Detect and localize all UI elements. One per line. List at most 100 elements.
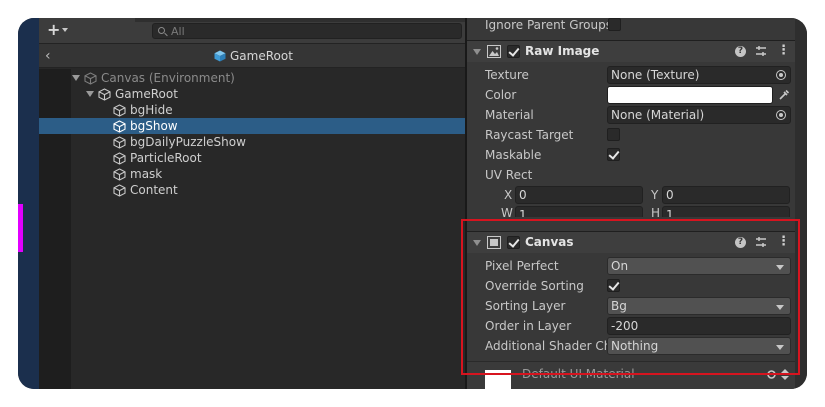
material-preview-row[interactable]: Default UI Material xyxy=(467,361,795,389)
back-icon[interactable]: ‹ xyxy=(45,49,59,63)
additional-shader-channels-dropdown[interactable]: Nothing xyxy=(607,337,791,355)
uv-w-value: 1 xyxy=(519,208,527,217)
preset-icon[interactable] xyxy=(755,45,767,57)
gameobject-icon xyxy=(113,183,126,197)
uv-h-value: 1 xyxy=(666,208,674,217)
maskable-checkbox[interactable] xyxy=(607,148,620,161)
tree-row-gameroot[interactable]: GameRoot xyxy=(39,86,465,102)
tree-row-bgdailypuzzleshow[interactable]: bgDailyPuzzleShow xyxy=(39,134,465,150)
order-in-layer-label: Order in Layer xyxy=(485,319,572,333)
tree-row-content[interactable]: Content xyxy=(39,182,465,198)
texture-label: Texture xyxy=(485,68,529,82)
texture-field[interactable]: None (Texture) xyxy=(607,66,791,84)
help-icon[interactable]: ? xyxy=(735,46,746,57)
tree-row-particleroot[interactable]: ParticleRoot xyxy=(39,150,465,166)
gameobject-icon xyxy=(113,167,126,181)
canvas-enabled-checkbox[interactable] xyxy=(507,236,520,249)
hierarchy-tree: Canvas (Environment) GameRoot bgHide bgS… xyxy=(39,69,465,389)
color-label: Color xyxy=(485,88,517,102)
tree-row-label: bgShow xyxy=(130,119,178,133)
gameobject-icon xyxy=(113,135,126,149)
texture-value: None (Texture) xyxy=(611,68,700,82)
raw-image-enabled-checkbox[interactable] xyxy=(507,45,520,58)
canvas-component-header[interactable]: Canvas ? ⋮ xyxy=(467,231,795,253)
tree-row-label: GameRoot xyxy=(115,87,178,101)
expand-arrow-icon[interactable] xyxy=(86,91,94,97)
uv-h-field[interactable]: 1 xyxy=(662,206,790,217)
chevron-down-icon xyxy=(62,28,68,32)
gameobject-icon xyxy=(113,119,126,133)
settings-icon[interactable] xyxy=(766,369,777,380)
inspector-scrollbar[interactable] xyxy=(795,18,807,389)
tree-row-label: mask xyxy=(130,167,163,181)
hierarchy-toolbar: + xyxy=(39,18,465,44)
expand-arrow-icon[interactable] xyxy=(72,75,80,81)
raycast-target-checkbox[interactable] xyxy=(607,128,620,141)
tree-row-mask[interactable]: mask xyxy=(39,166,465,182)
tree-row-canvas-environment[interactable]: Canvas (Environment) xyxy=(39,70,465,86)
sorting-layer-dropdown[interactable]: Bg xyxy=(607,297,791,315)
search-icon xyxy=(158,27,165,34)
uv-w-field[interactable]: 1 xyxy=(515,206,643,217)
color-swatch[interactable] xyxy=(607,86,773,104)
preset-icon[interactable] xyxy=(755,236,767,248)
material-field[interactable]: None (Material) xyxy=(607,106,791,124)
ignore-parent-groups-label: Ignore Parent Groups xyxy=(485,18,612,32)
uv-rect-label: UV Rect xyxy=(485,168,533,182)
maskable-label: Maskable xyxy=(485,148,542,162)
tree-row-bghide[interactable]: bgHide xyxy=(39,102,465,118)
order-in-layer-value: -200 xyxy=(611,319,639,333)
material-preview-label: Default UI Material xyxy=(522,367,635,381)
sorting-layer-value: Bg xyxy=(611,299,627,313)
eyedropper-icon[interactable] xyxy=(778,89,790,101)
uv-y-field[interactable]: 0 xyxy=(662,186,790,204)
unfold-icon[interactable] xyxy=(780,369,790,380)
order-in-layer-field[interactable]: -200 xyxy=(607,317,791,335)
pixel-perfect-label: Pixel Perfect xyxy=(485,259,559,273)
override-sorting-label: Override Sorting xyxy=(485,279,584,293)
more-options-icon[interactable]: ⋮ xyxy=(777,44,790,58)
magenta-marker xyxy=(18,204,23,252)
hierarchy-search[interactable] xyxy=(152,23,462,39)
ignore-parent-groups-checkbox[interactable] xyxy=(608,18,621,31)
uv-y-value: 0 xyxy=(666,188,674,202)
tree-row-bgshow[interactable]: bgShow xyxy=(39,118,465,134)
help-icon[interactable]: ? xyxy=(735,237,746,248)
pixel-perfect-dropdown[interactable]: On xyxy=(607,257,791,275)
uv-x-value: 0 xyxy=(519,188,527,202)
editor-window: + ‹ GameRoot xyxy=(18,18,807,389)
gameobject-icon xyxy=(84,71,97,85)
gameobject-icon xyxy=(113,103,126,117)
tree-row-label: ParticleRoot xyxy=(130,151,202,165)
raw-image-header[interactable]: Raw Image ? ⋮ xyxy=(467,40,795,62)
sorting-layer-label: Sorting Layer xyxy=(485,299,566,313)
search-input[interactable] xyxy=(171,24,451,38)
canvas-title: Canvas xyxy=(525,235,574,249)
prefab-title: GameRoot xyxy=(214,48,293,64)
tree-row-label: Canvas (Environment) xyxy=(101,71,235,85)
prefab-header: ‹ GameRoot xyxy=(39,44,465,68)
plus-icon: + xyxy=(47,20,61,39)
material-value: None (Material) xyxy=(611,108,705,122)
override-sorting-checkbox[interactable] xyxy=(607,279,620,292)
uv-y-label: Y xyxy=(651,188,659,202)
tree-row-label: Content xyxy=(130,183,178,197)
uv-h-label: H xyxy=(651,206,661,217)
material-thumbnail xyxy=(485,370,511,389)
hierarchy-panel: + ‹ GameRoot xyxy=(39,18,465,389)
object-picker-icon[interactable] xyxy=(776,70,786,80)
gameobject-icon xyxy=(113,151,126,165)
raycast-target-label: Raycast Target xyxy=(485,128,574,142)
uv-x-field[interactable]: 0 xyxy=(515,186,643,204)
additional-shader-channels-label: Additional Shader Ch xyxy=(485,339,612,353)
object-picker-icon[interactable] xyxy=(776,110,786,120)
uv-wh-row-clipped: W 1 H 1 xyxy=(467,206,795,217)
add-object-button[interactable]: + xyxy=(45,22,73,40)
inspector-panel: Ignore Parent Groups Raw Image ? ⋮ Textu… xyxy=(467,18,795,389)
foldout-arrow-icon[interactable] xyxy=(473,49,481,55)
gameobject-icon xyxy=(98,87,111,101)
foldout-arrow-icon[interactable] xyxy=(473,240,481,246)
raw-image-icon xyxy=(487,45,501,58)
more-options-icon[interactable]: ⋮ xyxy=(777,235,790,249)
tree-row-label: bgDailyPuzzleShow xyxy=(130,135,246,149)
